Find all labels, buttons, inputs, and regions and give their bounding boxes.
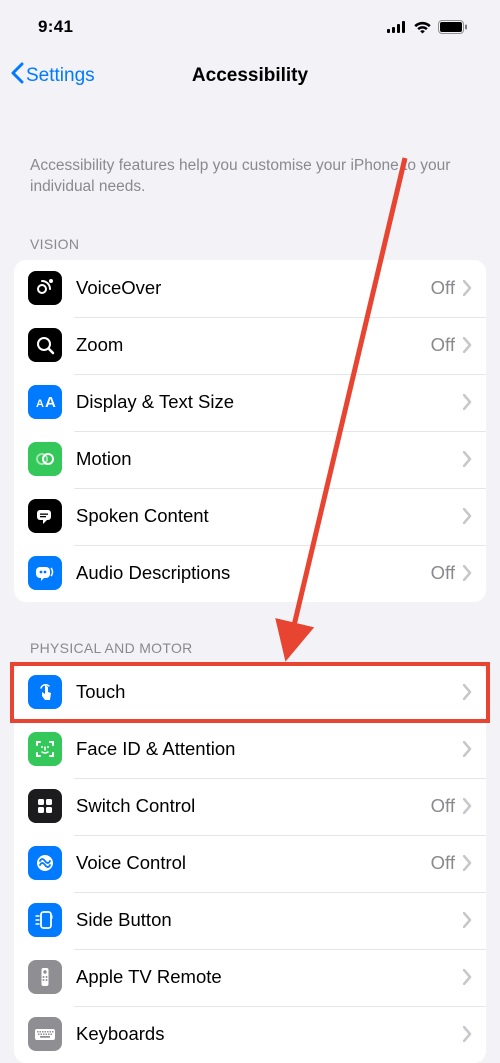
back-button[interactable]: Settings	[10, 62, 95, 90]
row-side-button[interactable]: Side Button	[14, 892, 486, 949]
row-label: Audio Descriptions	[76, 562, 431, 584]
battery-icon	[438, 20, 468, 34]
nav-bar: Settings Accessibility	[0, 54, 500, 98]
row-voiceover[interactable]: VoiceOver Off	[14, 260, 486, 317]
physical-group: Touch Face ID & Attention Switch Control…	[14, 664, 486, 1063]
section-header-physical: PHYSICAL AND MOTOR	[0, 602, 500, 664]
row-label: VoiceOver	[76, 277, 431, 299]
text-size-icon: AA	[28, 385, 62, 419]
keyboards-icon	[28, 1017, 62, 1051]
row-label: Display & Text Size	[76, 391, 455, 413]
chevron-right-icon	[463, 1026, 472, 1042]
row-label: Side Button	[76, 909, 455, 931]
spoken-content-icon	[28, 499, 62, 533]
back-label: Settings	[26, 65, 95, 87]
row-value: Off	[431, 277, 455, 299]
chevron-left-icon	[10, 62, 24, 90]
apple-tv-remote-icon	[28, 960, 62, 994]
chevron-right-icon	[463, 684, 472, 700]
row-spoken-content[interactable]: Spoken Content	[14, 488, 486, 545]
row-label: Apple TV Remote	[76, 966, 455, 988]
row-display-text-size[interactable]: AA Display & Text Size	[14, 374, 486, 431]
chevron-right-icon	[463, 855, 472, 871]
row-faceid-attention[interactable]: Face ID & Attention	[14, 721, 486, 778]
chevron-right-icon	[463, 969, 472, 985]
row-label: Zoom	[76, 334, 431, 356]
voiceover-icon	[28, 271, 62, 305]
chevron-right-icon	[463, 280, 472, 296]
row-label: Face ID & Attention	[76, 738, 455, 760]
row-keyboards[interactable]: Keyboards	[14, 1006, 486, 1063]
row-value: Off	[431, 334, 455, 356]
wifi-icon	[413, 21, 432, 34]
chevron-right-icon	[463, 912, 472, 928]
chevron-right-icon	[463, 565, 472, 581]
row-voice-control[interactable]: Voice Control Off	[14, 835, 486, 892]
motion-icon	[28, 442, 62, 476]
intro-text: Accessibility features help you customis…	[0, 98, 500, 216]
status-time: 9:41	[38, 17, 73, 37]
section-header-vision: VISION	[0, 216, 500, 260]
cellular-icon	[387, 21, 407, 33]
row-label: Switch Control	[76, 795, 431, 817]
chevron-right-icon	[463, 394, 472, 410]
chevron-right-icon	[463, 451, 472, 467]
row-audio-descriptions[interactable]: Audio Descriptions Off	[14, 545, 486, 602]
row-value: Off	[431, 795, 455, 817]
voice-control-icon	[28, 846, 62, 880]
row-label: Motion	[76, 448, 455, 470]
vision-group: VoiceOver Off Zoom Off AA Display & Text…	[14, 260, 486, 602]
status-indicators	[387, 20, 468, 34]
row-value: Off	[431, 562, 455, 584]
row-touch[interactable]: Touch	[14, 664, 486, 721]
side-button-icon	[28, 903, 62, 937]
row-label: Keyboards	[76, 1023, 455, 1045]
row-zoom[interactable]: Zoom Off	[14, 317, 486, 374]
audio-descriptions-icon	[28, 556, 62, 590]
row-motion[interactable]: Motion	[14, 431, 486, 488]
chevron-right-icon	[463, 798, 472, 814]
row-label: Voice Control	[76, 852, 431, 874]
zoom-icon	[28, 328, 62, 362]
switch-control-icon	[28, 789, 62, 823]
row-apple-tv-remote[interactable]: Apple TV Remote	[14, 949, 486, 1006]
row-value: Off	[431, 852, 455, 874]
status-bar: 9:41	[0, 0, 500, 54]
chevron-right-icon	[463, 508, 472, 524]
chevron-right-icon	[463, 741, 472, 757]
touch-icon	[28, 675, 62, 709]
svg-text:A: A	[36, 398, 44, 410]
row-switch-control[interactable]: Switch Control Off	[14, 778, 486, 835]
row-label: Spoken Content	[76, 505, 455, 527]
faceid-icon	[28, 732, 62, 766]
row-label: Touch	[76, 681, 455, 703]
chevron-right-icon	[463, 337, 472, 353]
svg-text:A: A	[45, 394, 56, 411]
